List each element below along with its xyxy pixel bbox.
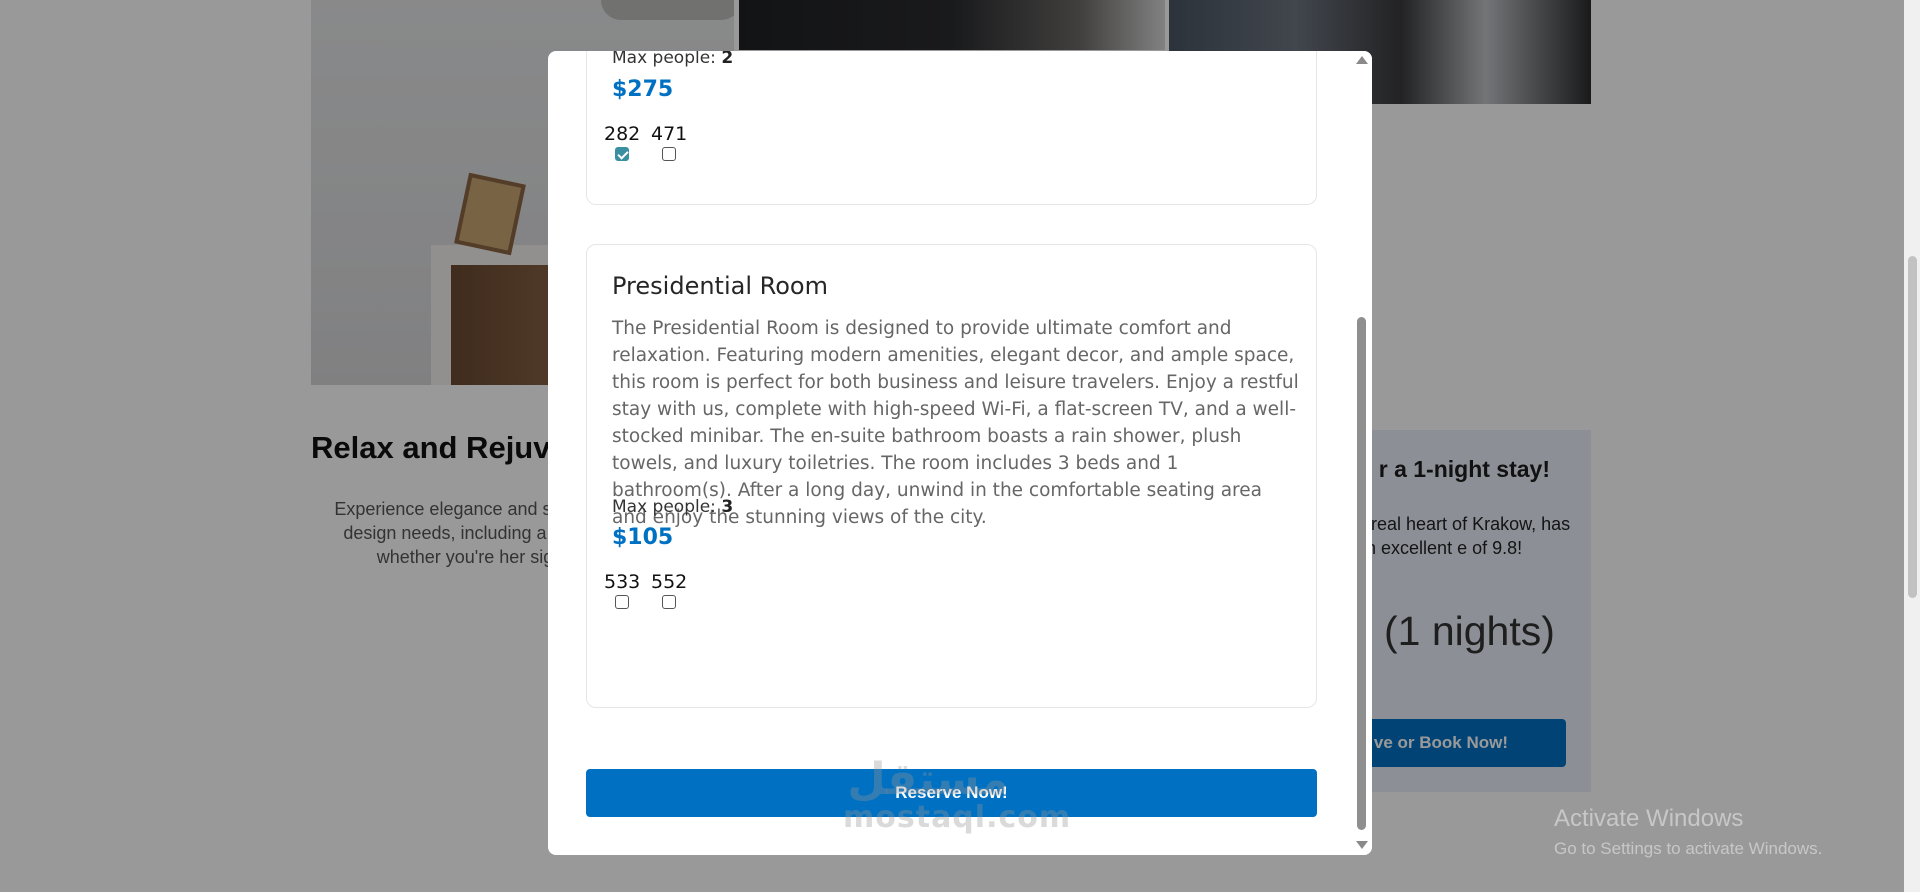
room-number: 282 <box>604 123 641 145</box>
room-card: Max people: 2 $275 282 471 <box>586 51 1317 205</box>
max-people-label: Max people: <box>612 51 716 68</box>
reserve-modal: Max people: 2 $275 282 471 Presidential … <box>548 51 1372 855</box>
room-card: Presidential Room The Presidential Room … <box>586 244 1317 708</box>
room-number-checkbox[interactable] <box>662 147 676 161</box>
room-number-option[interactable]: 282 <box>604 123 640 161</box>
max-people-label: Max people: <box>612 497 716 517</box>
max-people: Max people: 2 <box>612 51 733 68</box>
max-people-value: 2 <box>721 51 734 68</box>
activate-windows-notice: Activate Windows Go to Settings to activ… <box>1554 805 1822 859</box>
max-people-value: 3 <box>721 497 734 517</box>
room-number: 533 <box>604 571 641 593</box>
room-price: $105 <box>612 525 674 550</box>
mostaql-watermark: مستقل mostaql.com <box>843 754 1072 836</box>
modal-scrollbar-thumb[interactable] <box>1357 317 1366 830</box>
modal-scrollbar[interactable] <box>1352 51 1372 855</box>
page-scrollbar[interactable] <box>1904 0 1920 892</box>
activate-windows-subtitle: Go to Settings to activate Windows. <box>1554 839 1823 858</box>
page-scrollbar-thumb[interactable] <box>1908 256 1917 598</box>
watermark-url: mostaql.com <box>843 800 1072 835</box>
activate-windows-title: Activate Windows <box>1554 805 1744 832</box>
room-number-checkbox[interactable] <box>615 595 629 609</box>
room-number-checkbox[interactable] <box>615 147 629 161</box>
room-number-option[interactable]: 552 <box>651 571 687 609</box>
scroll-up-arrow-icon[interactable] <box>1356 56 1368 64</box>
room-title: Presidential Room <box>612 272 828 300</box>
max-people: Max people: 3 <box>612 497 733 517</box>
room-number-checkbox[interactable] <box>662 595 676 609</box>
room-number: 471 <box>651 123 688 145</box>
watermark-logo: مستقل <box>847 754 1009 805</box>
room-number-option[interactable]: 471 <box>651 123 687 161</box>
scroll-down-arrow-icon[interactable] <box>1356 841 1368 849</box>
room-price: $275 <box>612 77 674 102</box>
room-number: 552 <box>651 571 688 593</box>
room-number-option[interactable]: 533 <box>604 571 640 609</box>
